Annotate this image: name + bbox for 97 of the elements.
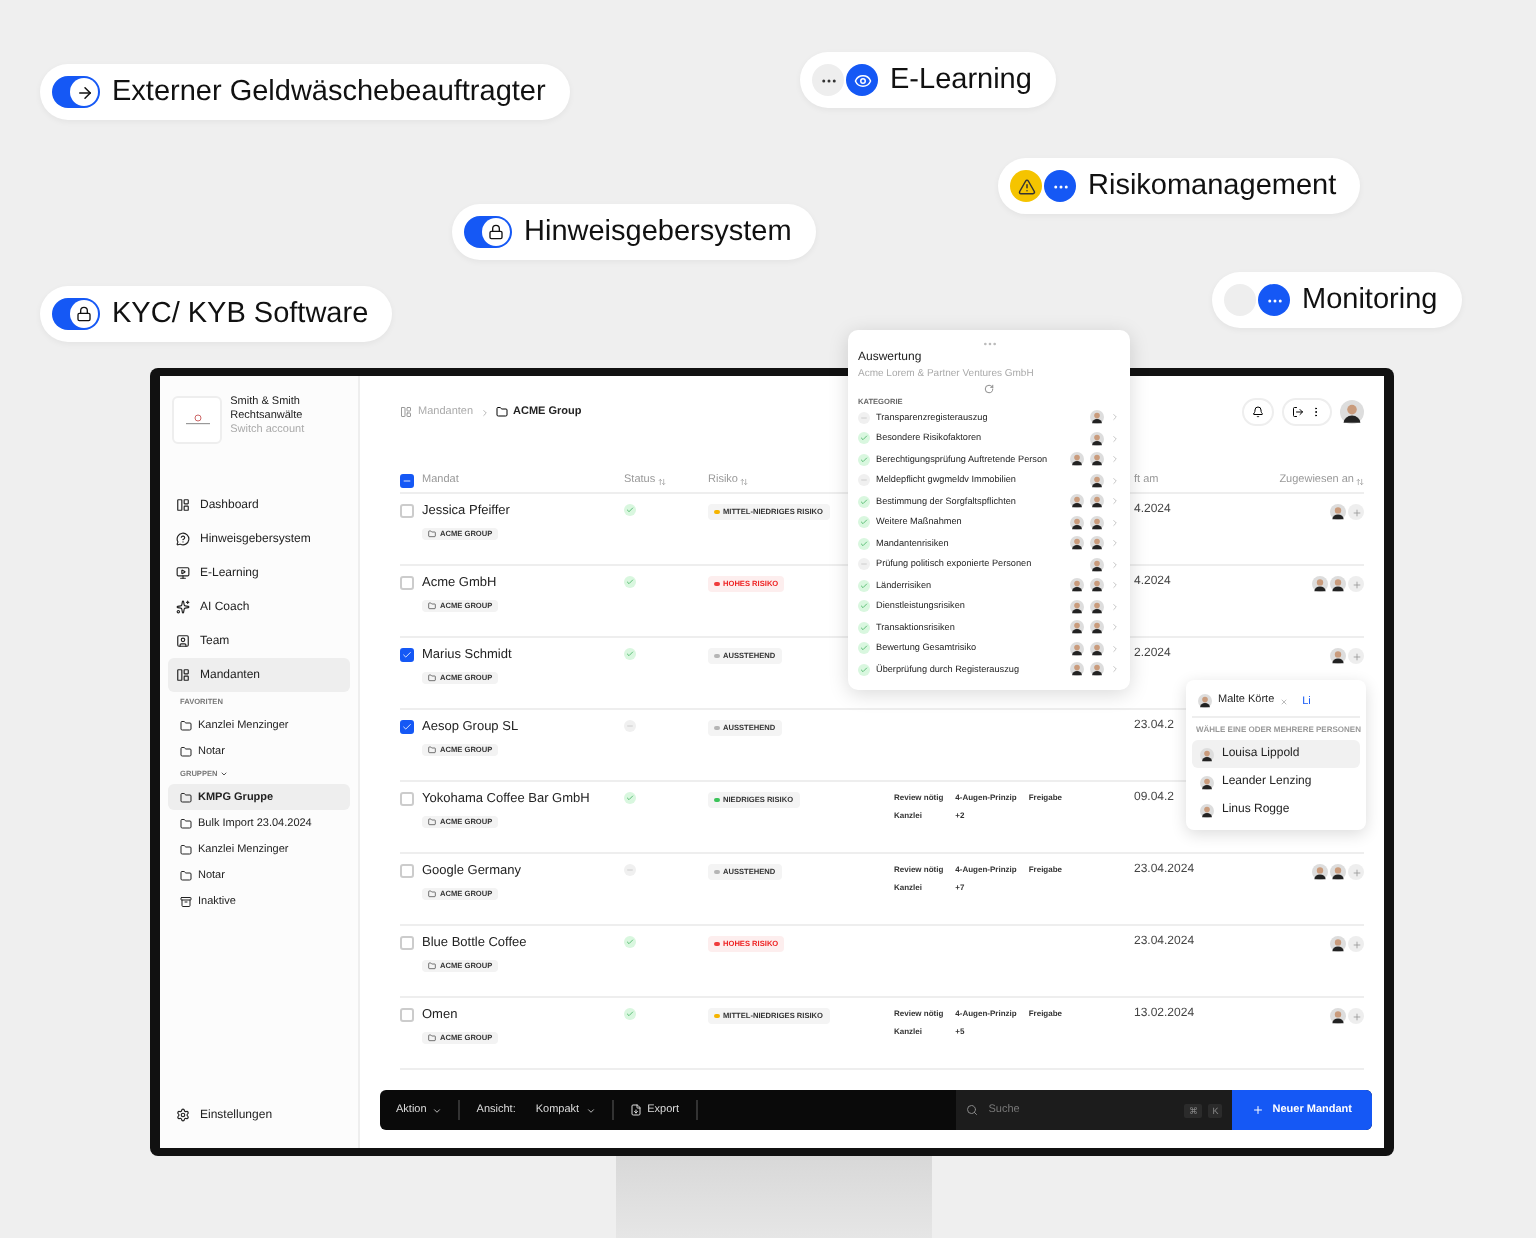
folder-icon	[428, 890, 436, 899]
row-checkbox[interactable]	[400, 648, 414, 662]
toggle-icon	[464, 216, 512, 248]
avatar-icon	[1090, 452, 1104, 467]
avatar-icon	[1340, 400, 1364, 424]
logo-icon	[181, 414, 214, 426]
chat-question-icon	[176, 532, 190, 546]
avatar-icon	[1090, 494, 1104, 509]
row-checkbox[interactable]	[400, 720, 414, 734]
sort-icon	[657, 477, 666, 485]
avatar-icon	[1090, 599, 1104, 614]
folder-icon	[428, 530, 436, 539]
folder-icon	[428, 818, 436, 827]
add-assignee-button[interactable]	[1348, 648, 1364, 664]
avatar-icon	[1070, 578, 1084, 593]
notifications-button[interactable]	[1242, 398, 1274, 426]
folder-icon	[428, 746, 436, 755]
avatar-icon	[1198, 694, 1212, 708]
search-icon	[966, 1104, 979, 1116]
feature-label: Monitoring	[1302, 284, 1438, 316]
bell-icon	[1252, 406, 1264, 418]
status-icon	[812, 64, 878, 96]
add-assignee-button[interactable]	[1348, 936, 1364, 952]
folder-icon	[180, 745, 192, 757]
avatar-icon	[1330, 504, 1346, 520]
toggle-icon	[52, 298, 100, 330]
feature-label: Externer Geldwäschebeauftragter	[112, 76, 546, 108]
avatar-icon	[1070, 515, 1084, 530]
layout-icon	[400, 406, 412, 418]
add-assignee-button[interactable]	[1348, 864, 1364, 880]
avatar-icon	[1090, 410, 1104, 425]
avatar-icon	[1090, 662, 1104, 677]
folder-icon	[428, 602, 436, 611]
sparkles-icon	[176, 600, 190, 614]
refresh-icon	[984, 383, 994, 394]
feature-label: KYC/ KYB Software	[112, 298, 369, 330]
folder-icon	[180, 869, 192, 881]
sort-icon	[1356, 477, 1364, 485]
avatar-icon	[1090, 557, 1104, 572]
account-menu-button[interactable]	[1282, 398, 1332, 426]
avatar-icon	[1200, 803, 1214, 817]
settings-icon	[176, 1108, 190, 1122]
plus-icon	[1351, 867, 1361, 877]
avatar-icon	[1330, 648, 1346, 664]
file-download-icon	[629, 1104, 642, 1116]
layout-icon	[176, 668, 190, 682]
avatar-icon	[1090, 620, 1104, 635]
avatar-icon	[1070, 599, 1084, 614]
status-icon	[1010, 170, 1076, 202]
plus-icon	[1351, 651, 1361, 661]
add-assignee-button[interactable]	[1348, 1008, 1364, 1024]
plus-icon	[1351, 507, 1361, 517]
chevron-icon	[479, 407, 490, 417]
avatar-icon	[1070, 641, 1084, 656]
avatar-icon	[1090, 473, 1104, 488]
folder-icon	[180, 791, 192, 803]
status-icon	[1224, 284, 1290, 316]
plus-icon	[1351, 939, 1361, 949]
avatar-icon	[1200, 775, 1214, 789]
folder-icon	[428, 962, 436, 971]
avatar-icon	[1070, 494, 1084, 509]
plus-icon	[1252, 1104, 1265, 1116]
person-card-icon	[176, 634, 190, 648]
add-assignee-button[interactable]	[1348, 576, 1364, 592]
folder-icon	[495, 406, 508, 418]
plus-icon	[1351, 579, 1361, 589]
folder-icon	[180, 719, 192, 731]
layout-icon	[176, 498, 190, 512]
avatar-icon	[1090, 536, 1104, 551]
avatar-icon	[1070, 452, 1084, 467]
avatar-icon	[1200, 747, 1214, 761]
select-all-checkbox[interactable]	[400, 474, 414, 488]
avatar-icon	[1090, 578, 1104, 593]
play-screen-icon	[176, 566, 190, 580]
caret-icon	[585, 1105, 596, 1115]
avatar-icon	[1090, 431, 1104, 446]
folder-icon	[428, 1034, 436, 1043]
avatar-icon	[1090, 641, 1104, 656]
avatar-icon	[1070, 620, 1084, 635]
sort-icon	[739, 477, 748, 485]
folder-icon	[180, 843, 192, 855]
toggle-icon	[52, 76, 100, 108]
avatar-icon	[1070, 536, 1084, 551]
folder-icon	[180, 817, 192, 829]
avatar-icon	[1070, 662, 1084, 677]
avatar-icon	[1330, 1008, 1346, 1024]
archive-icon	[180, 895, 192, 907]
folder-icon	[428, 674, 436, 683]
avatar-icon	[1330, 936, 1346, 952]
caret-icon	[432, 1105, 443, 1115]
add-assignee-button[interactable]	[1348, 504, 1364, 520]
feature-label: E-Learning	[890, 64, 1032, 96]
feature-label: Hinweisgebersystem	[524, 216, 792, 248]
plus-icon	[1351, 1011, 1361, 1021]
feature-label: Risikomanagement	[1088, 170, 1337, 202]
avatar-icon	[1090, 515, 1104, 530]
logout-icon	[1292, 406, 1304, 418]
